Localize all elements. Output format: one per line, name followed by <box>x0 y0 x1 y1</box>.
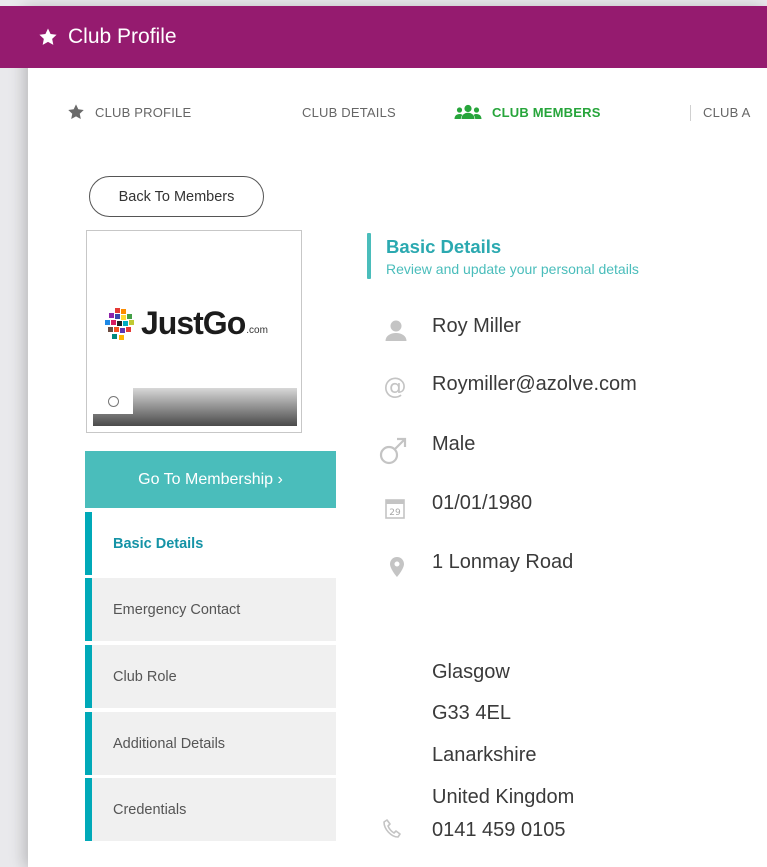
sidebar-item-basic-details[interactable]: Basic Details <box>85 512 336 575</box>
section-title: Basic Details <box>386 236 502 257</box>
tab-club-a[interactable]: CLUB A <box>703 90 750 134</box>
logo-text: JustGo <box>141 305 246 341</box>
sidebar-item-label: Club Role <box>113 668 177 685</box>
phone-icon <box>382 818 402 840</box>
sidebar-item-label: Basic Details <box>113 535 204 552</box>
go-to-membership-button[interactable]: Go To Membership › <box>85 451 336 508</box>
address-line-1: 1 Lonmay Road <box>432 551 574 573</box>
address-city: Glasgow <box>432 661 510 683</box>
photo-upload-bar <box>93 388 297 426</box>
tab-label: CLUB A <box>703 104 751 120</box>
sidebar-item-emergency-contact[interactable]: Emergency Contact <box>85 578 336 641</box>
tab-club-details[interactable]: CLUB DETAILS <box>302 90 396 134</box>
location-pin-icon <box>388 555 406 579</box>
title-bar: Club Profile <box>0 6 767 68</box>
page-title: Club Profile <box>68 25 177 48</box>
logo-suffix: .com <box>246 325 268 336</box>
tab-divider <box>690 105 691 121</box>
sidebar-item-credentials[interactable]: Credentials <box>85 778 336 841</box>
sidebar-item-label: Additional Details <box>113 735 226 752</box>
sidebar-item-club-role[interactable]: Club Role <box>85 645 336 708</box>
sidebar-item-label: Credentials <box>113 801 187 818</box>
tab-club-profile[interactable]: CLUB PROFILE <box>67 90 191 134</box>
section-accent-bar <box>367 233 371 279</box>
member-email: Roymiller@azolve.com <box>432 373 637 395</box>
sidebar-item-additional-details[interactable]: Additional Details <box>85 712 336 775</box>
tab-label: CLUB PROFILE <box>95 104 192 120</box>
section-subtitle: Review and update your personal details <box>386 261 639 277</box>
back-to-members-button[interactable]: Back To Members <box>89 176 264 217</box>
tab-club-members[interactable]: CLUB MEMBERS <box>454 90 601 134</box>
justgo-logo-mark-icon <box>105 307 134 340</box>
camera-icon <box>107 395 119 407</box>
sidebar-item-label: Emergency Contact <box>113 601 241 618</box>
tab-bar: CLUB PROFILE CLUB DETAILS CLUB MEMBERS C… <box>0 90 767 134</box>
member-gender: Male <box>432 433 476 455</box>
at-sign-icon: @ <box>383 374 407 400</box>
club-logo: JustGo .com <box>103 305 268 342</box>
address-country: United Kingdom <box>432 786 575 808</box>
calendar-day: 29 <box>389 508 401 518</box>
tab-label: CLUB DETAILS <box>302 104 396 120</box>
address-postcode: G33 4EL <box>432 702 511 724</box>
star-icon <box>38 26 60 48</box>
calendar-icon: 29 <box>384 496 406 520</box>
users-icon <box>454 104 482 120</box>
star-icon <box>67 103 85 121</box>
tab-label: CLUB MEMBERS <box>492 104 601 120</box>
person-icon <box>383 317 409 343</box>
club-logo-card: JustGo .com <box>86 230 302 433</box>
member-name: Roy Miller <box>432 315 521 337</box>
member-dob: 01/01/1980 <box>432 492 533 514</box>
male-icon <box>376 434 410 468</box>
address-county: Lanarkshire <box>432 744 537 766</box>
camera-button[interactable] <box>93 388 133 414</box>
member-phone: 0141 459 0105 <box>432 819 566 841</box>
